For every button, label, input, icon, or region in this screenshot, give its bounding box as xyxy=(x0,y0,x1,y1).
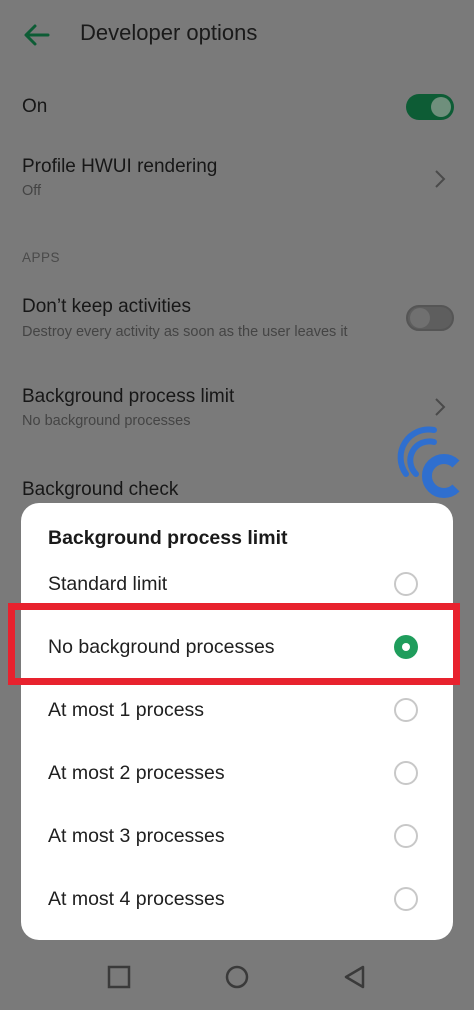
dont-keep-activities-title: Don’t keep activities xyxy=(22,296,191,317)
highlight-box xyxy=(8,603,460,685)
option-at-most-2-processes[interactable]: At most 2 processes xyxy=(21,742,453,805)
radio-button[interactable] xyxy=(394,698,418,722)
dont-keep-activities-row[interactable]: Don’t keep activities Destroy every acti… xyxy=(0,285,474,355)
option-label: At most 1 process xyxy=(48,699,205,721)
option-label: Standard limit xyxy=(48,573,168,595)
dont-keep-activities-toggle[interactable] xyxy=(406,305,454,331)
background-process-limit-title: Background process limit xyxy=(22,386,235,407)
background-process-limit-value: No background processes xyxy=(22,413,191,429)
background-process-limit-dialog: Background process limit Standard limit … xyxy=(21,503,453,940)
radio-button[interactable] xyxy=(394,572,418,596)
radio-button[interactable] xyxy=(394,887,418,911)
developer-options-toggle[interactable] xyxy=(406,94,454,120)
profile-hwui-value: Off xyxy=(22,183,42,199)
radio-button[interactable] xyxy=(394,824,418,848)
page-title: Developer options xyxy=(80,20,258,45)
option-label: At most 4 processes xyxy=(48,888,225,910)
profile-hwui-title: Profile HWUI rendering xyxy=(22,156,218,177)
toggle-knob xyxy=(410,308,430,328)
chevron-right-icon xyxy=(435,398,446,416)
chevron-right-icon xyxy=(435,170,446,188)
triangle-back-icon[interactable] xyxy=(342,964,368,990)
dialog-title: Background process limit xyxy=(48,527,288,549)
square-icon[interactable] xyxy=(106,964,132,990)
developer-options-master-row[interactable]: On xyxy=(0,82,474,134)
radio-button[interactable] xyxy=(394,761,418,785)
option-at-most-3-processes[interactable]: At most 3 processes xyxy=(21,805,453,868)
section-header-apps: APPS xyxy=(22,250,61,265)
arrow-left-icon[interactable] xyxy=(20,18,54,52)
dont-keep-activities-subtitle: Destroy every activity as soon as the us… xyxy=(22,324,348,340)
app-bar: Developer options xyxy=(0,0,474,72)
system-nav-bar xyxy=(0,944,474,1010)
profile-hwui-rendering-row[interactable]: Profile HWUI rendering Off xyxy=(0,145,474,215)
watermark-logo-icon xyxy=(397,426,460,498)
option-at-most-4-processes[interactable]: At most 4 processes xyxy=(21,868,453,931)
option-label: At most 3 processes xyxy=(48,825,225,847)
on-label: On xyxy=(22,96,48,117)
option-at-most-1-process[interactable]: At most 1 process xyxy=(21,679,453,742)
background-check-title: Background check xyxy=(22,479,179,500)
circle-icon[interactable] xyxy=(224,964,250,990)
option-label: At most 2 processes xyxy=(48,762,225,784)
toggle-knob xyxy=(431,97,451,117)
